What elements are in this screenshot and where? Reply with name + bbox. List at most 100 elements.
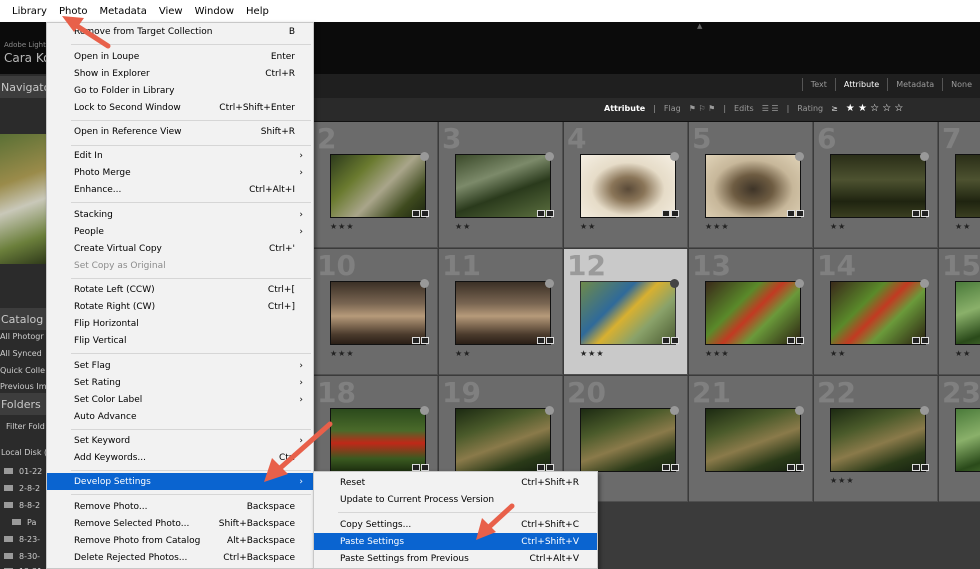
photo-thumbnail[interactable] xyxy=(330,408,426,472)
folders-header[interactable]: Folders xyxy=(0,393,46,415)
menu-item-rotate-right[interactable]: Rotate Right (CW) Ctrl+] xyxy=(47,298,313,315)
photo-thumbnail[interactable] xyxy=(330,281,426,345)
menu-item-show-in-explorer[interactable]: Show in Explorer Ctrl+R xyxy=(47,65,313,82)
badge-icon[interactable] xyxy=(546,464,554,471)
folder-item[interactable]: 8-8-2 xyxy=(4,501,40,510)
badge-icon[interactable] xyxy=(787,464,795,471)
photo-thumbnail[interactable] xyxy=(705,154,801,218)
edits-filter-icon[interactable]: ☰ ☰ xyxy=(762,104,779,113)
menu-photo[interactable]: Photo xyxy=(59,6,88,17)
folder-item[interactable]: Pa xyxy=(12,518,36,527)
badge-icon[interactable] xyxy=(796,464,804,471)
local-disk-label[interactable]: Local Disk ( xyxy=(1,448,46,457)
photo-thumbnail[interactable] xyxy=(455,408,551,472)
photo-thumbnail[interactable] xyxy=(830,154,926,218)
grid-cell[interactable]: 5 ★★★ xyxy=(689,122,813,248)
photo-thumbnail[interactable] xyxy=(705,281,801,345)
menu-item-stacking[interactable]: Stacking › xyxy=(47,206,313,223)
grid-cell[interactable]: 13 ★★★ xyxy=(689,249,813,375)
photo-thumbnail[interactable] xyxy=(705,408,801,472)
badge-icon[interactable] xyxy=(921,210,929,217)
menu-item-remove-from-catalog[interactable]: Remove Photo from Catalog Alt+Backspace xyxy=(47,532,313,549)
quick-collection-dot-icon[interactable] xyxy=(545,279,554,288)
badge-icon[interactable] xyxy=(671,210,679,217)
quick-collection-dot-icon[interactable] xyxy=(545,152,554,161)
photo-thumbnail[interactable] xyxy=(580,154,676,218)
quick-collection-dot-icon[interactable] xyxy=(795,279,804,288)
photo-thumbnail[interactable] xyxy=(955,408,980,472)
star-rating[interactable]: ★★★ xyxy=(830,476,855,485)
badge-icon[interactable] xyxy=(421,210,429,217)
grid-cell[interactable]: 15 ★★ xyxy=(939,249,980,375)
grid-cell[interactable]: 4 ★★ xyxy=(564,122,688,248)
star-rating[interactable]: ★★★ xyxy=(580,349,605,358)
photo-thumbnail[interactable] xyxy=(455,154,551,218)
menu-item-remove-photo[interactable]: Remove Photo... Backspace xyxy=(47,498,313,515)
badge-icon[interactable] xyxy=(787,337,795,344)
photo-thumbnail[interactable] xyxy=(955,154,980,218)
photo-thumbnail[interactable] xyxy=(330,154,426,218)
grid-cell[interactable]: 10 ★★★ xyxy=(314,249,438,375)
menu-item-remove-from-target[interactable]: Remove from Target Collection B xyxy=(47,23,313,40)
star-rating[interactable]: ★★ xyxy=(830,349,846,358)
rating-operator[interactable]: ≥ xyxy=(831,104,838,113)
folder-item[interactable]: 01-22 xyxy=(4,467,42,476)
menu-item-go-to-folder[interactable]: Go to Folder in Library xyxy=(47,82,313,99)
photo-thumbnail[interactable] xyxy=(955,281,980,345)
badge-icon[interactable] xyxy=(662,337,670,344)
menu-item-add-keywords[interactable]: Add Keywords... Ctrl xyxy=(47,449,313,466)
grid-cell[interactable]: 11 ★★ xyxy=(439,249,563,375)
quick-collection-dot-icon[interactable] xyxy=(670,279,679,288)
filter-attribute-tab[interactable]: Attribute xyxy=(834,78,887,91)
badge-icon[interactable] xyxy=(671,337,679,344)
filter-metadata-tab[interactable]: Metadata xyxy=(887,78,942,91)
photo-thumbnail[interactable] xyxy=(580,408,676,472)
star-rating[interactable]: ★★★ xyxy=(705,349,730,358)
submenu-item-paste-settings[interactable]: Paste Settings Ctrl+Shift+V xyxy=(314,533,597,550)
menu-item-set-rating[interactable]: Set Rating › xyxy=(47,374,313,391)
menu-item-people[interactable]: People › xyxy=(47,223,313,240)
badge-icon[interactable] xyxy=(421,337,429,344)
quick-collection-dot-icon[interactable] xyxy=(420,406,429,415)
badge-icon[interactable] xyxy=(787,210,795,217)
star-rating[interactable]: ★★ xyxy=(955,349,971,358)
rating-stars-filter[interactable]: ★ ★ ☆ ☆ ☆ xyxy=(846,103,904,114)
badge-icon[interactable] xyxy=(546,337,554,344)
menu-item-flip-vertical[interactable]: Flip Vertical xyxy=(47,332,313,349)
star-rating[interactable]: ★★ xyxy=(455,222,471,231)
grid-cell[interactable]: 22 ★★★ xyxy=(814,376,938,502)
grid-cell[interactable]: 3 ★★ xyxy=(439,122,563,248)
menu-library[interactable]: Library xyxy=(12,6,47,17)
badge-icon[interactable] xyxy=(796,337,804,344)
submenu-item-update-process-version[interactable]: Update to Current Process Version xyxy=(314,491,597,508)
menu-item-set-flag[interactable]: Set Flag › xyxy=(47,357,313,374)
navigator-preview[interactable] xyxy=(0,134,46,264)
menu-item-flip-horizontal[interactable]: Flip Horizontal xyxy=(47,315,313,332)
badge-icon[interactable] xyxy=(796,210,804,217)
grid-cell[interactable]: 21 xyxy=(689,376,813,502)
photo-thumbnail[interactable] xyxy=(830,408,926,472)
filter-none-tab[interactable]: None xyxy=(942,78,980,91)
badge-icon[interactable] xyxy=(671,464,679,471)
quick-collection-dot-icon[interactable] xyxy=(795,406,804,415)
filter-text-tab[interactable]: Text xyxy=(801,78,835,91)
quick-collection-dot-icon[interactable] xyxy=(920,406,929,415)
filter-folders-input[interactable]: Filter Fold xyxy=(6,422,45,431)
badge-icon[interactable] xyxy=(537,337,545,344)
grid-cell[interactable]: 7 ★★ xyxy=(939,122,980,248)
badge-icon[interactable] xyxy=(412,464,420,471)
badge-icon[interactable] xyxy=(912,337,920,344)
menu-item-rotate-left[interactable]: Rotate Left (CCW) Ctrl+[ xyxy=(47,281,313,298)
menu-item-delete-rejected[interactable]: Delete Rejected Photos... Ctrl+Backspace xyxy=(47,549,313,566)
grid-cell[interactable]: 23 xyxy=(939,376,980,502)
badge-icon[interactable] xyxy=(412,210,420,217)
badge-icon[interactable] xyxy=(662,464,670,471)
navigator-header[interactable]: Navigato xyxy=(0,76,46,98)
menu-window[interactable]: Window xyxy=(195,6,234,17)
menu-item-create-virtual-copy[interactable]: Create Virtual Copy Ctrl+' xyxy=(47,240,313,257)
quick-collection-dot-icon[interactable] xyxy=(420,152,429,161)
catalog-item[interactable]: Quick Colle xyxy=(0,366,45,375)
flag-filter-icon[interactable]: ⚑ ⚐ ⚑ xyxy=(689,104,716,113)
star-rating[interactable]: ★★ xyxy=(580,222,596,231)
menu-item-open-reference-view[interactable]: Open in Reference View Shift+R xyxy=(47,123,313,140)
